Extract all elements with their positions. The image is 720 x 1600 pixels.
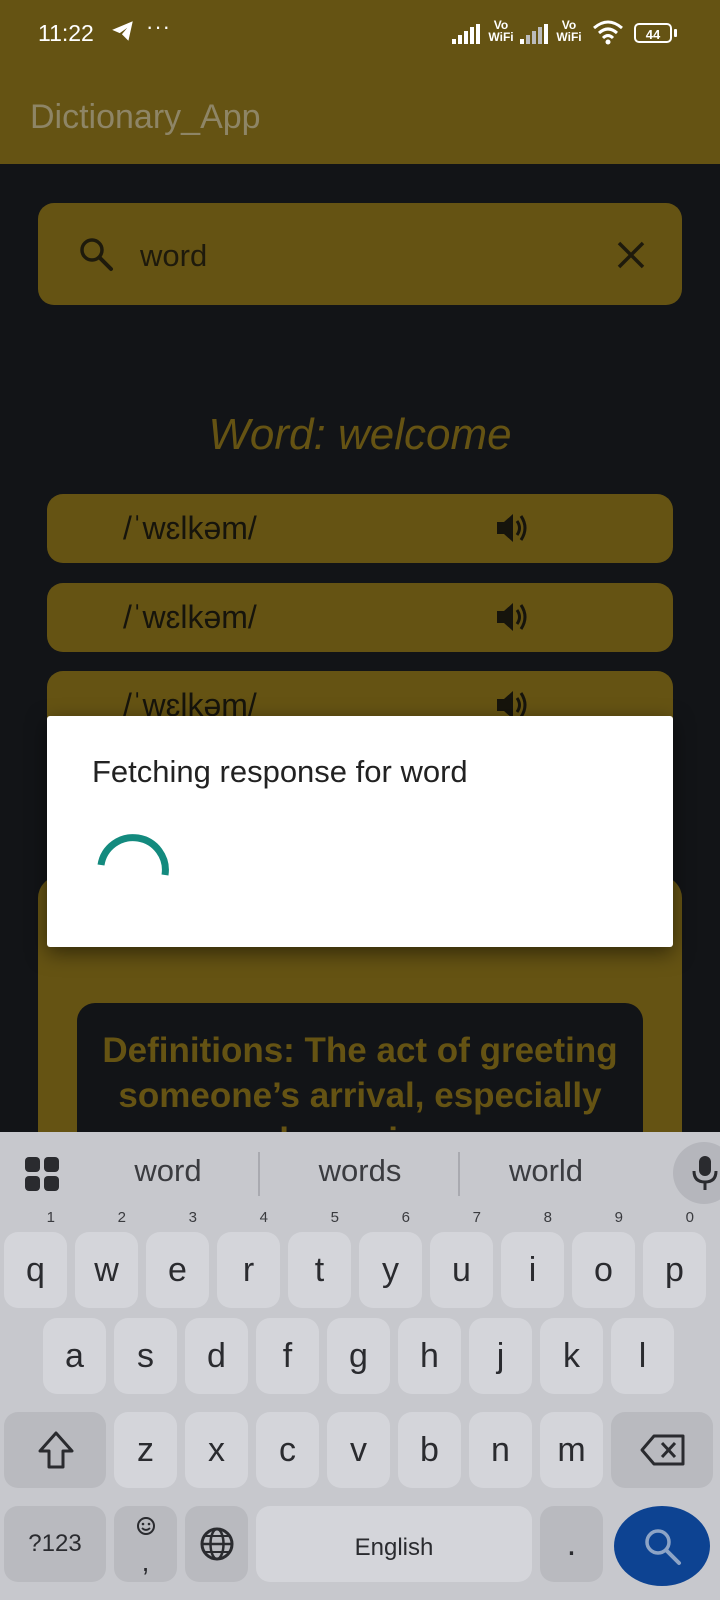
comma-label: , bbox=[141, 1546, 150, 1577]
key-a[interactable]: a bbox=[43, 1318, 106, 1394]
key-b[interactable]: b bbox=[398, 1412, 461, 1488]
key-hint: 8 bbox=[543, 1209, 552, 1226]
key-hint: 0 bbox=[685, 1209, 694, 1226]
key-label: i bbox=[528, 1251, 537, 1289]
key-u[interactable]: u7 bbox=[430, 1209, 493, 1308]
key-s[interactable]: s bbox=[114, 1318, 177, 1394]
key-hint: 3 bbox=[188, 1209, 197, 1226]
key-label: r bbox=[242, 1251, 255, 1289]
key-j[interactable]: j bbox=[469, 1318, 532, 1394]
battery-icon: 44 bbox=[634, 23, 672, 43]
loading-dialog: Fetching response for word bbox=[47, 716, 673, 947]
dialog-title: Fetching response for word bbox=[92, 754, 468, 789]
key-l[interactable]: l bbox=[611, 1318, 674, 1394]
speaker-icon[interactable] bbox=[495, 600, 531, 634]
suggestion-divider bbox=[258, 1152, 260, 1196]
key-g[interactable]: g bbox=[327, 1318, 390, 1394]
telegram-icon bbox=[112, 21, 133, 41]
pronunciation-text: /ˈwɛlkəm/ bbox=[123, 510, 257, 546]
suggestion-divider bbox=[458, 1152, 460, 1196]
language-key[interactable] bbox=[185, 1506, 248, 1582]
emoji-comma-key[interactable]: , bbox=[114, 1506, 177, 1582]
key-label: e bbox=[168, 1251, 187, 1289]
key-label: q bbox=[26, 1251, 45, 1289]
space-key[interactable]: English bbox=[256, 1506, 532, 1582]
status-time: 11:22 bbox=[38, 20, 94, 46]
key-z[interactable]: z bbox=[114, 1412, 177, 1488]
key-n[interactable]: n bbox=[469, 1412, 532, 1488]
backspace-icon bbox=[640, 1434, 685, 1466]
signal-icon bbox=[520, 24, 548, 44]
key-label: o bbox=[594, 1251, 613, 1289]
battery-tip bbox=[674, 29, 677, 37]
more-notifications-icon: ··· bbox=[146, 14, 171, 39]
key-f[interactable]: f bbox=[256, 1318, 319, 1394]
key-e[interactable]: e3 bbox=[146, 1209, 209, 1308]
key-label: p bbox=[665, 1251, 684, 1289]
key-v[interactable]: v bbox=[327, 1412, 390, 1488]
close-icon[interactable] bbox=[614, 238, 648, 272]
symbols-key[interactable]: ?123 bbox=[4, 1506, 106, 1582]
pronunciation-card[interactable]: /ˈwɛlkəm/ bbox=[47, 583, 673, 652]
key-o[interactable]: o9 bbox=[572, 1209, 635, 1308]
globe-icon bbox=[200, 1527, 234, 1561]
key-hint: 2 bbox=[117, 1209, 126, 1226]
backspace-key[interactable] bbox=[611, 1412, 713, 1488]
suggestion-word[interactable]: world bbox=[480, 1153, 612, 1189]
key-label: w bbox=[94, 1251, 119, 1289]
key-m[interactable]: m bbox=[540, 1412, 603, 1488]
signal-icon bbox=[452, 24, 480, 44]
search-key[interactable] bbox=[614, 1506, 710, 1586]
word-heading: Word: welcome bbox=[208, 410, 512, 459]
search-icon bbox=[80, 238, 113, 271]
key-x[interactable]: x bbox=[185, 1412, 248, 1488]
pronunciation-card[interactable]: /ˈwɛlkəm/ bbox=[47, 494, 673, 563]
key-hint: 7 bbox=[472, 1209, 481, 1226]
mic-icon bbox=[692, 1156, 718, 1190]
key-k[interactable]: k bbox=[540, 1318, 603, 1394]
key-y[interactable]: y6 bbox=[359, 1209, 422, 1308]
shift-icon bbox=[38, 1431, 74, 1469]
wifi-icon bbox=[593, 20, 623, 45]
shift-key[interactable] bbox=[4, 1412, 106, 1488]
key-h[interactable]: h bbox=[398, 1318, 461, 1394]
search-bar[interactable] bbox=[38, 203, 682, 305]
volte-label: Vo WiFi bbox=[556, 18, 582, 44]
space-label: English bbox=[354, 1534, 434, 1561]
volte-label: Vo WiFi bbox=[488, 18, 514, 44]
key-w[interactable]: w2 bbox=[75, 1209, 138, 1308]
apps-grid-icon[interactable] bbox=[24, 1156, 60, 1192]
key-r[interactable]: r4 bbox=[217, 1209, 280, 1308]
key-label: u bbox=[452, 1251, 471, 1289]
app-title: Dictionary_App bbox=[30, 98, 261, 136]
search-icon bbox=[645, 1529, 681, 1565]
key-hint: 6 bbox=[401, 1209, 410, 1226]
key-hint: 1 bbox=[46, 1209, 55, 1226]
key-hint: 4 bbox=[259, 1209, 268, 1226]
speaker-icon[interactable] bbox=[495, 511, 531, 545]
loading-spinner-icon bbox=[97, 834, 169, 876]
pronunciation-text: /ˈwɛlkəm/ bbox=[123, 599, 257, 635]
period-key[interactable]: . bbox=[540, 1506, 603, 1582]
suggestion-word[interactable]: word bbox=[108, 1153, 228, 1189]
key-label: y bbox=[382, 1251, 399, 1289]
key-t[interactable]: t5 bbox=[288, 1209, 351, 1308]
search-input[interactable]: word bbox=[140, 238, 207, 274]
key-label: t bbox=[314, 1251, 325, 1289]
key-hint: 5 bbox=[330, 1209, 339, 1226]
key-i[interactable]: i8 bbox=[501, 1209, 564, 1308]
key-hint: 9 bbox=[614, 1209, 623, 1226]
suggestion-word[interactable]: words bbox=[290, 1153, 430, 1189]
key-c[interactable]: c bbox=[256, 1412, 319, 1488]
key-d[interactable]: d bbox=[185, 1318, 248, 1394]
key-q[interactable]: q1 bbox=[4, 1209, 67, 1308]
key-p[interactable]: p0 bbox=[643, 1209, 706, 1308]
